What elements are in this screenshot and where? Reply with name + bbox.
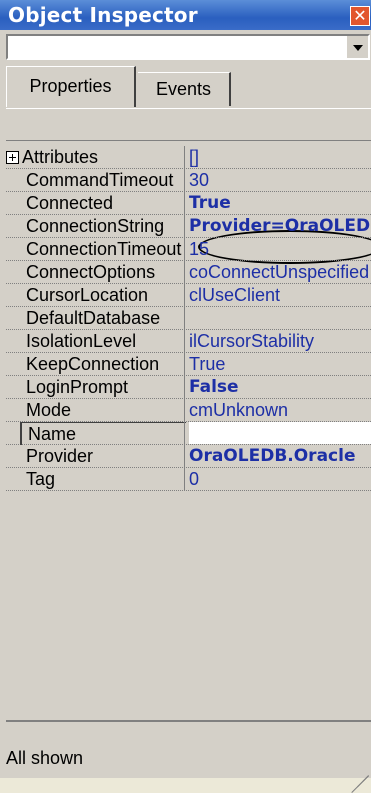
property-row[interactable]: Attributes [] [6,146,371,169]
property-name[interactable]: Tag [26,468,184,490]
property-value[interactable] [189,422,371,444]
column-separator[interactable] [184,353,185,375]
status-text: All shown [6,748,84,768]
property-name[interactable]: Name [20,422,186,445]
property-name[interactable]: ConnectionTimeout [26,238,184,260]
property-value[interactable]: cmUnknown [189,399,371,421]
property-row[interactable]: IsolationLevel ilCursorStability [6,330,371,353]
property-value[interactable]: OraOLEDB.Oracle [189,445,371,467]
property-value[interactable]: clUseClient [189,284,371,306]
column-separator[interactable] [184,192,185,214]
property-row[interactable]: LoginPrompt False [6,376,371,399]
property-row[interactable]: DefaultDatabase [6,307,371,330]
column-separator[interactable] [184,330,185,352]
property-row[interactable]: Name [6,422,371,445]
status-bar: All shown [6,720,371,793]
chevron-down-icon[interactable] [346,36,368,58]
column-separator[interactable] [184,445,185,467]
property-name[interactable]: CursorLocation [26,284,184,306]
expand-plus-icon[interactable] [6,151,19,164]
tab-divider [6,108,371,109]
column-separator[interactable] [184,284,185,306]
property-row[interactable]: Tag 0 [6,468,371,491]
property-name[interactable]: ConnectionString [26,215,184,237]
tab-events[interactable]: Events [138,72,231,106]
property-value[interactable]: ilCursorStability [189,330,371,352]
property-value[interactable]: False [189,376,371,398]
property-value[interactable]: Provider=OraOLEDB [189,215,371,237]
property-row[interactable]: CommandTimeout 30 [6,169,371,192]
property-value[interactable]: 30 [189,169,371,191]
property-name[interactable]: Attributes [22,146,180,168]
property-value[interactable]: [] [189,146,371,168]
title-bar[interactable]: Object Inspector ✕ [0,0,371,30]
resize-grip-icon[interactable] [351,758,369,793]
property-name[interactable]: Connected [26,192,184,214]
property-row[interactable]: Provider OraOLEDB.Oracle [6,445,371,468]
property-value[interactable]: 0 [189,468,371,490]
close-icon[interactable]: ✕ [350,6,370,26]
property-name[interactable]: Mode [26,399,184,421]
column-separator[interactable] [184,376,185,398]
property-name[interactable]: KeepConnection [26,353,184,375]
column-separator[interactable] [184,238,185,260]
property-value[interactable]: True [189,353,371,375]
column-separator[interactable] [184,261,185,283]
column-separator[interactable] [184,146,185,168]
property-value[interactable]: True [189,192,371,214]
property-name[interactable]: ConnectOptions [26,261,184,283]
property-row[interactable]: ConnectionTimeout 15 [6,238,371,261]
column-separator[interactable] [184,468,185,490]
property-value[interactable] [189,307,371,329]
property-name[interactable]: IsolationLevel [26,330,184,352]
property-value[interactable]: 15 [189,238,371,260]
component-selector[interactable] [6,34,370,60]
property-name[interactable]: LoginPrompt [26,376,184,398]
column-separator[interactable] [184,215,185,237]
property-row[interactable]: CursorLocation clUseClient [6,284,371,307]
property-name[interactable]: CommandTimeout [26,169,184,191]
tab-properties[interactable]: Properties [6,66,136,107]
property-list: Attributes[] CommandTimeout 30 Connected Tru… [6,146,371,491]
tab-strip: Properties Events [6,66,371,108]
property-row[interactable]: ConnectionString Provider=OraOLEDB [6,215,371,238]
property-name[interactable]: DefaultDatabase [26,307,184,329]
object-inspector-window: Object Inspector ✕ Properties Events Att… [0,0,371,793]
column-separator[interactable] [184,169,185,191]
window-title: Object Inspector [8,3,198,27]
property-name[interactable]: Provider [26,445,184,467]
property-row[interactable]: KeepConnection True [6,353,371,376]
property-value[interactable]: coConnectUnspecified [189,261,371,283]
property-row[interactable]: Connected True [6,192,371,215]
property-row[interactable]: ConnectOptions coConnectUnspecified [6,261,371,284]
property-row[interactable]: Mode cmUnknown [6,399,371,422]
column-separator[interactable] [184,307,185,329]
column-separator[interactable] [184,422,185,444]
column-separator[interactable] [184,399,185,421]
